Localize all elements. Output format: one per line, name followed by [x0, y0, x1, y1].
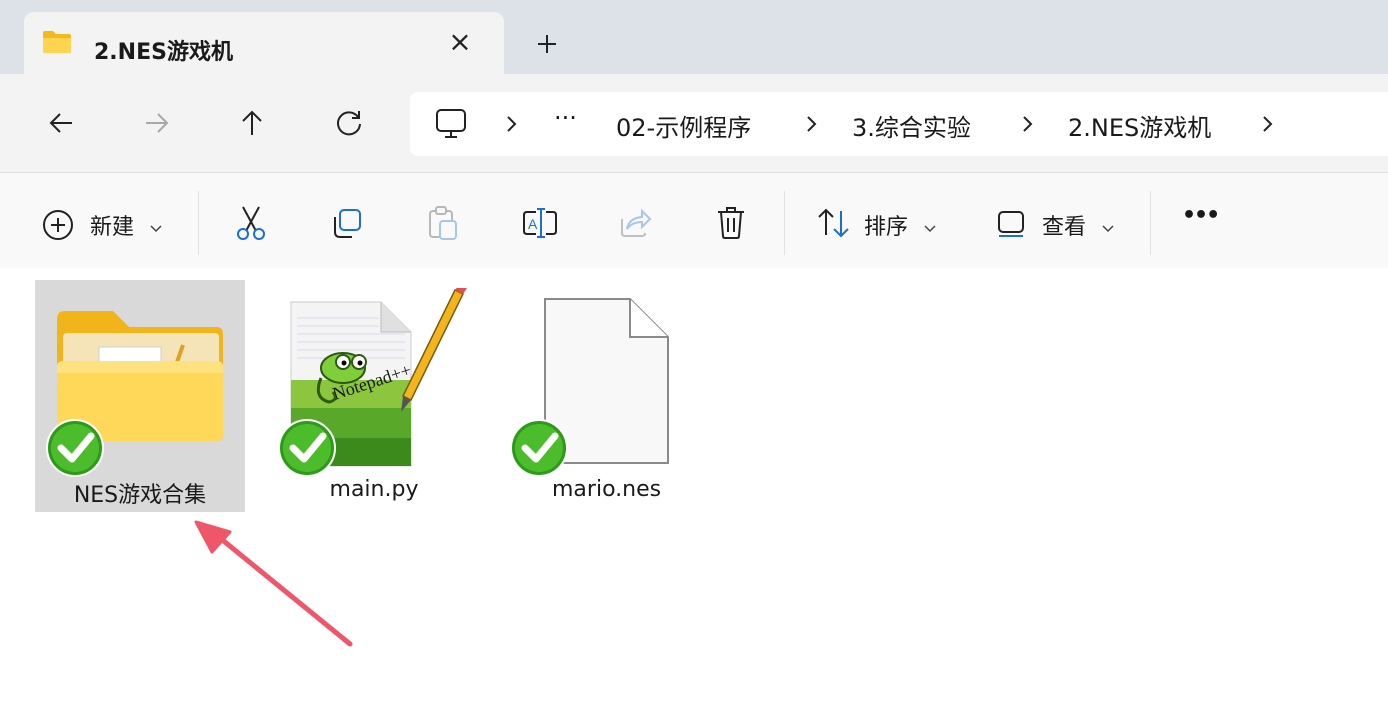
- new-button-label: 新建: [90, 215, 135, 240]
- sync-check-icon: [45, 418, 105, 478]
- chevron-right-icon[interactable]: [804, 114, 820, 134]
- title-bar: 2.NES游戏机 ×: [0, 0, 1388, 74]
- delete-icon[interactable]: [714, 205, 748, 245]
- back-icon[interactable]: [46, 108, 76, 138]
- tab-current[interactable]: 2.NES游戏机 ×: [24, 12, 504, 74]
- more-icon[interactable]: •••: [1182, 203, 1220, 228]
- sort-icon: [816, 207, 852, 243]
- toolbar-divider: [198, 191, 199, 255]
- chevron-down-icon: [1102, 218, 1114, 233]
- folder-icon: [42, 30, 72, 58]
- toolbar-divider: [1150, 191, 1151, 255]
- rename-icon[interactable]: A: [522, 207, 558, 245]
- file-name: NES游戏合集: [73, 483, 207, 508]
- file-list: NES游戏合集 Notepad++ main.py mario.nes: [0, 268, 1388, 716]
- up-icon[interactable]: [237, 108, 267, 138]
- chevron-right-icon[interactable]: [504, 114, 520, 134]
- chevron-right-icon[interactable]: [1260, 114, 1276, 134]
- file-name: main.py: [329, 477, 419, 502]
- file-item-folder[interactable]: NES游戏合集: [35, 280, 245, 512]
- command-bar: 新建 A 排序 查看 •••: [0, 172, 1388, 269]
- file-name: mario.nes: [552, 477, 662, 502]
- breadcrumb-segment[interactable]: 02-示例程序: [616, 108, 751, 143]
- sync-check-icon: [277, 418, 337, 478]
- breadcrumb-segment[interactable]: 2.NES游戏机: [1068, 108, 1211, 143]
- breadcrumb-overflow[interactable]: ···: [554, 104, 577, 132]
- sync-check-icon: [509, 418, 569, 478]
- refresh-icon[interactable]: [334, 108, 364, 138]
- cut-icon[interactable]: [234, 205, 268, 245]
- new-tab-icon[interactable]: [533, 30, 561, 58]
- monitor-icon[interactable]: [434, 108, 468, 144]
- annotation-arrow: [190, 518, 360, 652]
- share-icon[interactable]: [618, 207, 652, 243]
- view-button-label: 查看: [1042, 215, 1087, 240]
- file-item-main-py[interactable]: Notepad++ main.py: [269, 280, 479, 512]
- copy-icon[interactable]: [330, 207, 364, 245]
- tab-title: 2.NES游戏机: [94, 40, 233, 65]
- chevron-down-icon: [150, 218, 162, 233]
- chevron-right-icon[interactable]: [1020, 114, 1036, 134]
- chevron-down-icon: [924, 218, 936, 233]
- forward-icon[interactable]: [142, 108, 172, 138]
- toolbar-divider: [784, 191, 785, 255]
- svg-text:A: A: [528, 216, 538, 232]
- plus-circle-icon: [42, 209, 74, 245]
- view-icon: [996, 209, 1026, 243]
- breadcrumb-segment[interactable]: 3.综合实验: [852, 108, 971, 143]
- navigation-bar: ··· 02-示例程序 3.综合实验 2.NES游戏机: [0, 74, 1388, 172]
- close-tab-icon[interactable]: ×: [448, 28, 472, 56]
- sort-button-label: 排序: [864, 215, 909, 240]
- file-item-mario-nes[interactable]: mario.nes: [502, 280, 712, 512]
- paste-icon[interactable]: [426, 205, 460, 245]
- address-bar[interactable]: ··· 02-示例程序 3.综合实验 2.NES游戏机: [410, 92, 1388, 156]
